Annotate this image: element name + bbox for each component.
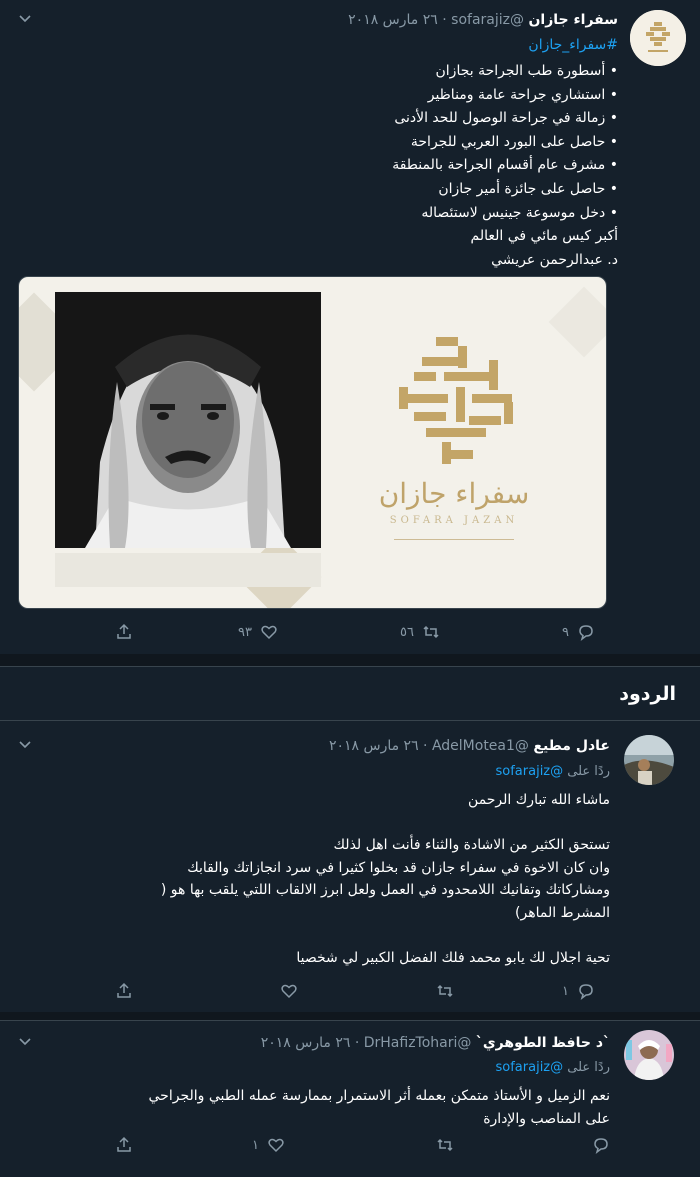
portrait-photo <box>55 292 321 548</box>
tweet-line: • دخل موسوعة جينيس لاستئصاله <box>421 204 618 221</box>
avatar[interactable] <box>624 1030 674 1080</box>
logo-text-arabic: سفراء جازان <box>378 477 530 510</box>
author-avatar[interactable] <box>630 10 686 66</box>
section-separator <box>0 1012 700 1020</box>
like-count: ١ <box>252 1137 259 1153</box>
divider <box>0 1020 700 1021</box>
reply-line: تستحق الكثير من الاشادة والثناء فأنت اهل… <box>333 837 611 853</box>
divider <box>0 666 700 667</box>
comment-icon <box>592 1136 610 1154</box>
more-options-chevron-down-icon[interactable] <box>18 12 32 26</box>
reply-line: وان كان الاخوة في سفراء جازان قد بخلوا ك… <box>187 859 610 876</box>
tweet-line: د. عبدالرحمن عريشي <box>491 251 618 268</box>
reply-date[interactable]: ٢٦ مارس ٢٠١٨ <box>329 738 419 754</box>
reply-button[interactable] <box>584 1133 610 1157</box>
author-name[interactable]: عادل مطيع <box>533 738 610 754</box>
reply-date[interactable]: ٢٦ مارس ٢٠١٨ <box>261 1035 351 1051</box>
like-button[interactable] <box>272 979 298 1003</box>
tweet-date[interactable]: ٢٦ مارس ٢٠١٨ <box>348 12 438 28</box>
mention-link[interactable]: @sofarajiz <box>496 1060 564 1075</box>
reply-line: ومشاركاتك وتفانيك اللامحدود في العمل ولع… <box>160 882 610 898</box>
author-handle[interactable]: @AdelMotea1 <box>432 738 529 754</box>
replying-to-label: ردًا على <box>567 1060 610 1075</box>
tweet-line: • حاصل على جائزة أمير جازان <box>438 180 618 197</box>
tweet-header: سفراء جازان @sofarajiz · ٢٦ مارس ٢٠١٨ <box>348 12 618 28</box>
reply-line: نعم الزميل و الأستاذ متمكن بعمله أثر الا… <box>148 1088 610 1104</box>
heart-icon <box>280 982 298 1000</box>
like-button[interactable]: ٩٣ <box>238 620 278 644</box>
replies-heading: الردود <box>619 683 676 705</box>
share-icon <box>115 982 133 1000</box>
share-icon <box>115 1136 133 1154</box>
decorative-diamond <box>548 286 606 358</box>
share-button[interactable] <box>115 979 133 1003</box>
reply-line: تحية اجلال لك يابو محمد فلك الفضل الكبير… <box>296 949 610 966</box>
mention-link[interactable]: @sofarajiz <box>496 764 564 779</box>
section-separator <box>0 654 700 666</box>
like-count: ٩٣ <box>238 624 252 640</box>
sofara-jazan-logo-icon <box>374 332 534 482</box>
retweet-icon <box>422 623 440 641</box>
share-button[interactable] <box>115 620 133 644</box>
more-options-chevron-down-icon[interactable] <box>18 738 32 752</box>
heart-icon <box>260 623 278 641</box>
reply-header: عادل مطيع @AdelMotea1 · ٢٦ مارس ٢٠١٨ <box>328 738 610 754</box>
tweet-line: • حاصل على البورد العربي للجراحة <box>410 133 618 150</box>
replying-to: ردًا على @sofarajiz <box>496 764 611 779</box>
hashtag-link[interactable]: #سفراء_جازان <box>528 37 618 53</box>
author-name[interactable]: سفراء جازان <box>528 12 618 28</box>
retweet-button[interactable] <box>428 1133 454 1157</box>
more-options-chevron-down-icon[interactable] <box>18 1035 32 1049</box>
avatar[interactable] <box>624 735 674 785</box>
logo-divider <box>394 539 514 540</box>
tweet-media-image[interactable]: سفراء جازان SOFARA JAZAN <box>18 276 607 609</box>
tweet-text: • أسطورة طب الجراحة بجازان • استشاري جرا… <box>58 60 618 272</box>
retweet-icon <box>436 1136 454 1154</box>
author-handle[interactable]: @DrHafizTohari <box>364 1035 472 1051</box>
replying-to-label: ردًا على <box>567 764 610 779</box>
reply-actions: ١ <box>0 1133 700 1157</box>
reply-header: `د حافظ الطوهري` @DrHafizTohari · ٢٦ مار… <box>260 1035 610 1051</box>
author-name[interactable]: `د حافظ الطوهري` <box>476 1035 610 1051</box>
divider <box>0 720 700 721</box>
reply-count: ١ <box>562 983 569 999</box>
reply-button[interactable]: ٩ <box>562 620 595 644</box>
tweet-line: • استشاري جراحة عامة ومناظير <box>427 86 618 103</box>
reply-line: المشرط الماهر) <box>515 904 610 921</box>
tweet-line: أكبر كيس مائي في العالم <box>470 228 619 245</box>
retweet-button[interactable]: ٥٦ <box>400 620 440 644</box>
tweet-actions: ٩٣ ٥٦ ٩ <box>0 620 700 644</box>
replying-to: ردًا على @sofarajiz <box>496 1060 611 1075</box>
heart-icon <box>267 1136 285 1154</box>
retweet-button[interactable] <box>428 979 454 1003</box>
reply-actions: ١ <box>0 979 700 1003</box>
like-button[interactable]: ١ <box>252 1133 285 1157</box>
share-button[interactable] <box>115 1133 133 1157</box>
reply-line: على المناصب والإدارة <box>483 1110 610 1127</box>
comment-icon <box>577 623 595 641</box>
main-tweet[interactable]: سفراء جازان @sofarajiz · ٢٦ مارس ٢٠١٨ #س… <box>0 0 700 654</box>
logo-text-english: SOFARA JAZAN <box>389 515 519 526</box>
comment-icon <box>577 982 595 1000</box>
reply-button[interactable]: ١ <box>562 979 595 1003</box>
retweet-icon <box>436 982 454 1000</box>
share-icon <box>115 623 133 641</box>
tweet-line: • أسطورة طب الجراحة بجازان <box>435 63 618 79</box>
reply-count: ٩ <box>562 624 569 640</box>
photo-shadow <box>55 553 321 587</box>
retweet-count: ٥٦ <box>400 624 414 640</box>
author-handle[interactable]: @sofarajiz <box>451 12 524 28</box>
reply-text: ماشاء الله تبارك الرحمن تستحق الكثير من … <box>20 789 610 969</box>
tweet-line: • زمالة في جراحة الوصول للحد الأدنى <box>394 110 618 127</box>
reply-text: نعم الزميل و الأستاذ متمكن بعمله أثر الا… <box>20 1085 610 1130</box>
reply-line: ماشاء الله تبارك الرحمن <box>468 792 610 808</box>
tweet-line: • مشرف عام أقسام الجراحة بالمنطقة <box>392 157 618 174</box>
